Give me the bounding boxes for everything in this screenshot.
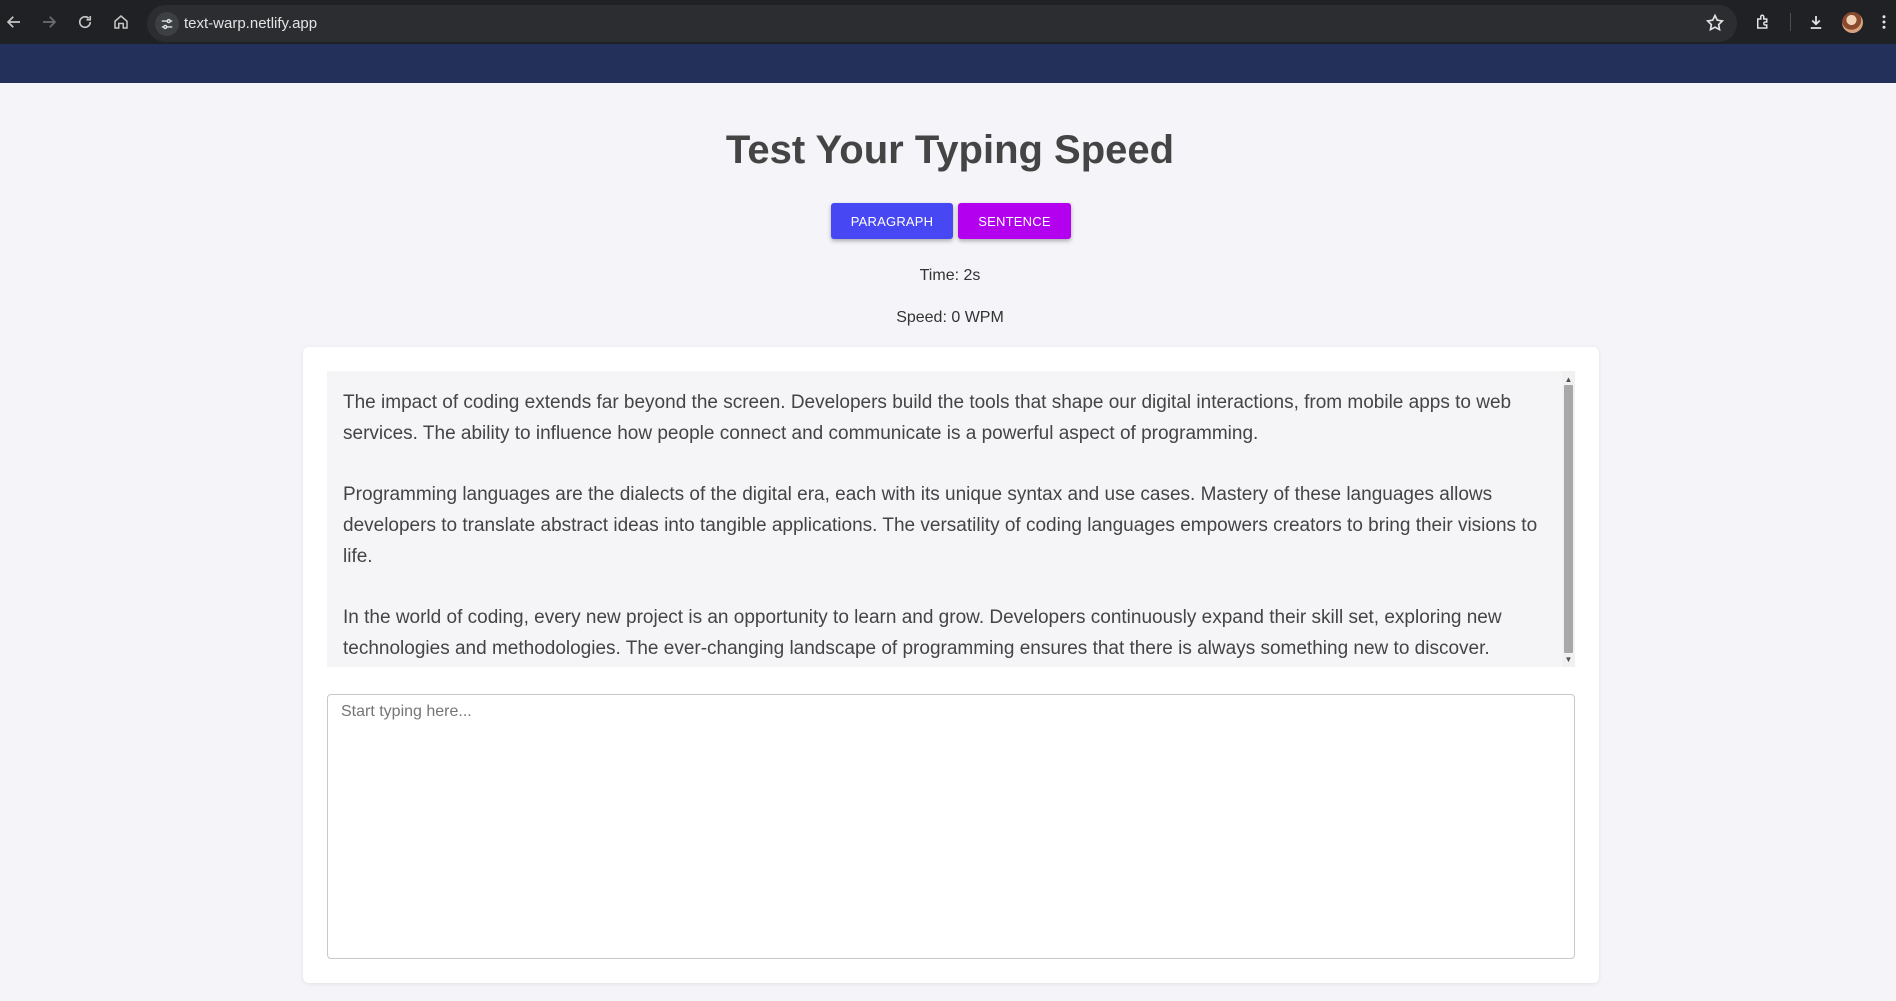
profile-avatar[interactable] bbox=[1842, 12, 1863, 33]
reference-text: The impact of coding extends far beyond … bbox=[343, 387, 1538, 667]
scrollbar-thumb[interactable] bbox=[1564, 385, 1573, 653]
site-settings-icon[interactable] bbox=[155, 12, 179, 36]
text-paragraph: Programming languages are the dialects o… bbox=[343, 484, 1538, 567]
speed-display: Speed: 0 WPM bbox=[896, 309, 1004, 326]
typing-card: The impact of coding extends far beyond … bbox=[303, 347, 1599, 983]
sentence-button[interactable]: SENTENCE bbox=[958, 203, 1071, 239]
download-icon[interactable] bbox=[1804, 10, 1828, 34]
text-scrollbar[interactable]: ▲ ▼ bbox=[1562, 371, 1575, 667]
typing-input[interactable] bbox=[327, 694, 1575, 959]
menu-icon[interactable] bbox=[1877, 10, 1891, 34]
toolbar-divider bbox=[1790, 13, 1791, 31]
browser-toolbar: text-warp.netlify.app bbox=[0, 0, 1896, 44]
text-paragraph: In the world of coding, every new projec… bbox=[343, 607, 1502, 659]
page-title: Test Your Typing Speed bbox=[725, 128, 1175, 172]
forward-icon[interactable] bbox=[37, 10, 61, 34]
back-icon[interactable] bbox=[2, 10, 26, 34]
extensions-icon[interactable] bbox=[1751, 10, 1775, 34]
url-text[interactable]: text-warp.netlify.app bbox=[184, 15, 317, 32]
scroll-down-icon[interactable]: ▼ bbox=[1562, 653, 1575, 665]
text-paragraph: The impact of coding extends far beyond … bbox=[343, 392, 1512, 444]
home-icon[interactable] bbox=[109, 10, 133, 34]
reference-text-box[interactable]: The impact of coding extends far beyond … bbox=[327, 371, 1575, 667]
address-bar[interactable]: text-warp.netlify.app bbox=[147, 5, 1737, 42]
reload-icon[interactable] bbox=[73, 10, 97, 34]
bookmark-star-icon[interactable] bbox=[1705, 13, 1725, 33]
scroll-up-icon[interactable]: ▲ bbox=[1562, 373, 1575, 385]
paragraph-button[interactable]: PARAGRAPH bbox=[831, 203, 953, 239]
site-header bbox=[0, 44, 1896, 83]
time-display: Time: 2s bbox=[919, 267, 981, 284]
